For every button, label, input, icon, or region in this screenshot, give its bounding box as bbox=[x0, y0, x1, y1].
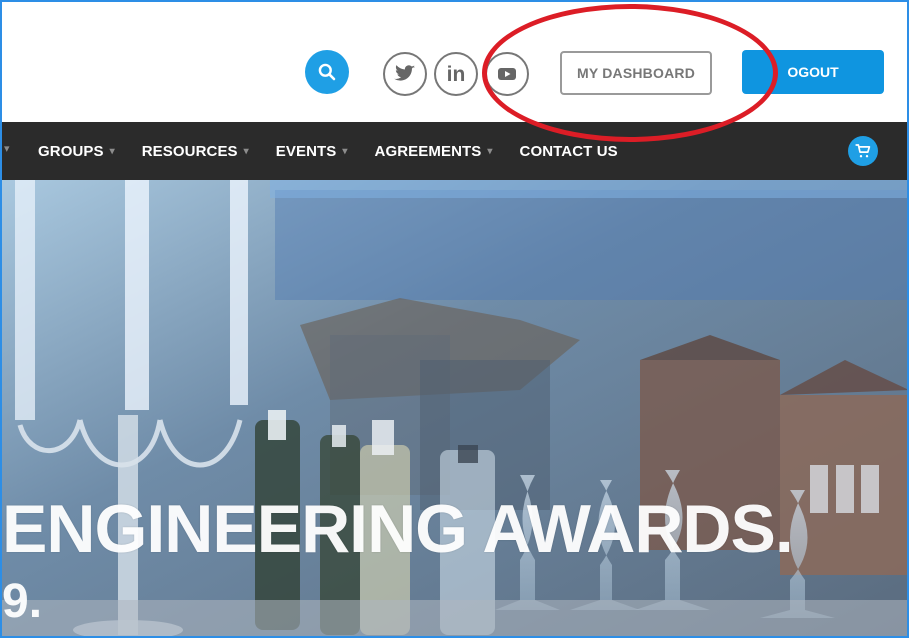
nav-prefix-chevron: ▾ bbox=[4, 143, 10, 155]
search-button[interactable] bbox=[305, 50, 349, 94]
my-dashboard-button[interactable]: MY DASHBOARD bbox=[560, 51, 712, 95]
chevron-down-icon: ▾ bbox=[109, 145, 115, 157]
twitter-icon bbox=[394, 65, 415, 81]
nav-item-agreements[interactable]: AGREEMENTS ▾ bbox=[375, 143, 493, 160]
hero-title: ENGINEERING AWARDS. bbox=[2, 491, 794, 567]
nav-item-events[interactable]: EVENTS ▾ bbox=[276, 143, 348, 160]
hero-background-image bbox=[0, 180, 909, 638]
nav-item-resources[interactable]: RESOURCES ▾ bbox=[142, 143, 249, 160]
youtube-icon bbox=[498, 68, 516, 80]
twitter-button[interactable] bbox=[383, 52, 427, 96]
main-navigation: ▾ GROUPS ▾ RESOURCES ▾ EVENTS ▾ AGREEMEN… bbox=[0, 122, 909, 180]
nav-item-label: GROUPS bbox=[38, 142, 104, 160]
nav-item-label: CONTACT US bbox=[519, 142, 618, 160]
nav-item-label: AGREEMENTS bbox=[374, 142, 482, 160]
nav-item-label: RESOURCES bbox=[141, 142, 238, 160]
cart-button[interactable] bbox=[848, 136, 878, 166]
chevron-down-icon: ▾ bbox=[487, 145, 493, 157]
chevron-down-icon: ▾ bbox=[243, 145, 249, 157]
site-header: in MY DASHBOARD OGOUT bbox=[0, 0, 909, 122]
youtube-button[interactable] bbox=[485, 52, 529, 96]
nav-item-label: EVENTS bbox=[275, 142, 337, 160]
linkedin-button[interactable]: in bbox=[434, 52, 478, 96]
logout-button[interactable]: OGOUT bbox=[742, 50, 884, 94]
hero-banner: ENGINEERING AWARDS. 9. bbox=[0, 180, 909, 638]
linkedin-icon: in bbox=[446, 62, 466, 86]
hero-subtitle: 9. bbox=[2, 575, 43, 628]
shopping-cart-icon bbox=[855, 144, 871, 158]
chevron-down-icon: ▾ bbox=[342, 145, 348, 157]
nav-item-groups[interactable]: GROUPS ▾ bbox=[38, 143, 115, 160]
nav-item-contact-us[interactable]: CONTACT US bbox=[520, 143, 624, 160]
search-icon bbox=[318, 63, 336, 81]
